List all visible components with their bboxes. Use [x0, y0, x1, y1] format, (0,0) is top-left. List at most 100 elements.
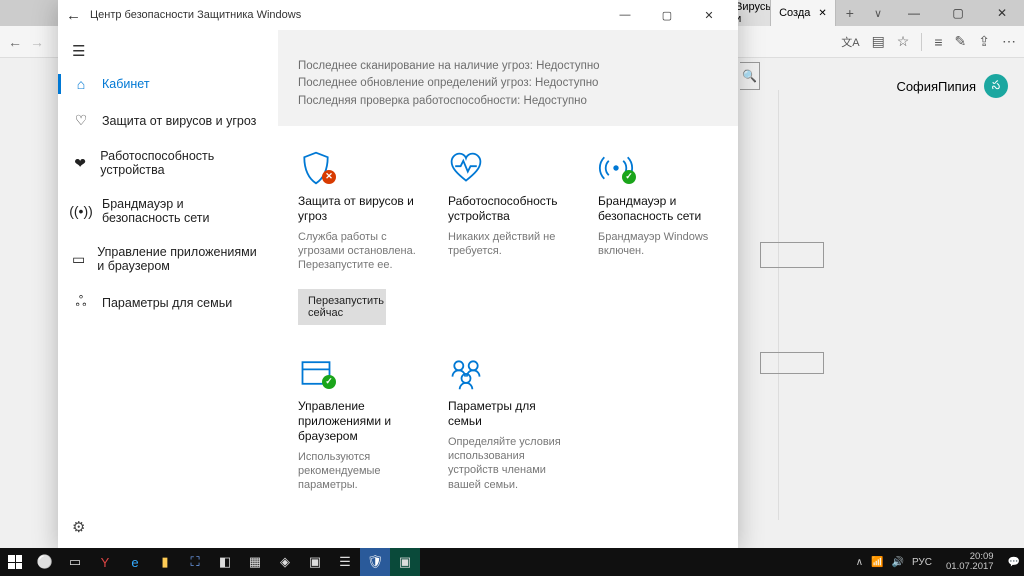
status-line: Последнее сканирование на наличие угроз:…: [298, 58, 718, 75]
taskbar-app[interactable]: Y: [90, 548, 120, 576]
maximize-button[interactable]: ▢: [646, 0, 688, 30]
system-tray[interactable]: ∧ 📶 🔊 РУС 20:09 01.07.2017 💬: [856, 552, 1024, 573]
share-icon[interactable]: ⇪: [978, 33, 990, 50]
new-tab-button[interactable]: +: [836, 5, 864, 21]
sidebar-item-home[interactable]: ⌂ Кабинет: [58, 66, 278, 102]
taskbar-app[interactable]: ▣: [300, 548, 330, 576]
card-desc: Используются рекомендуемые параметры.: [298, 450, 418, 493]
sidebar-item-label: Брандмауэр и безопасность сети: [102, 197, 264, 225]
back-icon[interactable]: ←: [8, 34, 22, 50]
family-icon: ஃ: [72, 293, 90, 312]
card-title: Защита от вирусов и угроз: [298, 194, 418, 224]
reading-icon[interactable]: ▤: [872, 33, 885, 50]
card-desc: Определяйте условия использования устрой…: [448, 435, 568, 492]
close-button[interactable]: ✕: [980, 0, 1024, 26]
sidebar-item-label: Параметры для семьи: [102, 296, 232, 310]
taskbar-app[interactable]: ▣: [390, 548, 420, 576]
tray-lang[interactable]: РУС: [912, 557, 932, 568]
taskbar-app-explorer[interactable]: ▮: [150, 548, 180, 576]
sidebar-item-label: Управление приложениями и браузером: [97, 245, 264, 273]
search-button[interactable]: ⚪: [30, 548, 60, 576]
clock[interactable]: 20:09 01.07.2017: [940, 552, 1000, 573]
start-button[interactable]: [0, 548, 30, 576]
gear-icon: ⚙: [72, 519, 85, 536]
sidebar-item-firewall[interactable]: ((•)) Брандмауэр и безопасность сети: [58, 187, 278, 235]
separator: [921, 33, 922, 51]
sidebar-item-label: Работоспособность устройства: [100, 149, 264, 177]
notifications-icon[interactable]: 💬: [1008, 557, 1020, 568]
forward-icon[interactable]: →: [30, 34, 44, 50]
taskbar-app-store[interactable]: ⛶: [180, 548, 210, 576]
taskbar-app[interactable]: ◧: [210, 548, 240, 576]
minimize-button[interactable]: —: [892, 0, 936, 26]
minimize-button[interactable]: —: [604, 0, 646, 30]
titlebar: ← Центр безопасности Защитника Windows —…: [58, 0, 738, 30]
browser-icon: ▭: [72, 251, 85, 268]
tab-label: Вирусы и: [735, 1, 771, 25]
tray-chevron-icon[interactable]: ∧: [856, 557, 863, 568]
sidebar: ☰ ⌂ Кабинет ♡ Защита от вирусов и угроз …: [58, 30, 278, 548]
card-desc: Служба работы с угрозами остановлена. Пе…: [298, 230, 418, 273]
back-button[interactable]: ←: [66, 7, 90, 24]
close-button[interactable]: ✕: [688, 0, 730, 30]
home-icon: ⌂: [72, 76, 90, 92]
favorite-icon[interactable]: ☆: [897, 33, 910, 50]
maximize-button[interactable]: ▢: [936, 0, 980, 26]
user-chip[interactable]: СофияПипия స: [756, 74, 1008, 98]
card-family[interactable]: Параметры для семьи Определяйте условия …: [448, 353, 568, 493]
translate-icon[interactable]: 文A: [841, 34, 859, 50]
card-firewall[interactable]: ✓ Брандмауэр и безопасность сети Брандма…: [598, 148, 718, 325]
sidebar-item-family[interactable]: ஃ Параметры для семьи: [58, 283, 278, 322]
taskbar-app[interactable]: ☰: [330, 548, 360, 576]
taskbar-app-edge[interactable]: e: [120, 548, 150, 576]
notes-icon[interactable]: ✎: [955, 33, 967, 50]
sidebar-item-virus[interactable]: ♡ Защита от вирусов и угроз: [58, 102, 278, 139]
settings-button[interactable]: ⚙: [58, 506, 278, 548]
clock-date: 01.07.2017: [946, 562, 994, 572]
taskbar-app[interactable]: ▦: [240, 548, 270, 576]
edge-tab-active[interactable]: Созда ✕: [771, 0, 836, 26]
tab-label: Созда: [779, 7, 810, 19]
heart-pulse-icon: [448, 150, 484, 186]
sidebar-item-appcontrol[interactable]: ▭ Управление приложениями и браузером: [58, 235, 278, 283]
heart-icon: ❤: [72, 155, 88, 172]
card-title: Работоспособность устройства: [448, 194, 568, 224]
taskbar: ⚪ ▭ Y e ▮ ⛶ ◧ ▦ ◈ ▣ ☰ 🛡 ▣ ∧ 📶 🔊 РУС 20:0…: [0, 548, 1024, 576]
avatar: స: [984, 74, 1008, 98]
status-line: Последняя проверка работоспособности: Не…: [298, 93, 718, 110]
tray-network-icon[interactable]: 📶: [871, 557, 883, 568]
card-title: Брандмауэр и безопасность сети: [598, 194, 718, 224]
sidebar-item-health[interactable]: ❤ Работоспособность устройства: [58, 139, 278, 187]
error-badge-icon: ✕: [322, 170, 336, 184]
status-strip: Последнее сканирование на наличие угроз:…: [278, 30, 738, 126]
user-name: СофияПипия: [896, 79, 976, 94]
content-box-fragment: [760, 242, 824, 268]
card-title: Параметры для семьи: [448, 399, 568, 429]
window-title: Центр безопасности Защитника Windows: [90, 9, 301, 21]
tab-preview-button[interactable]: ∨: [864, 7, 892, 20]
ok-badge-icon: ✓: [622, 170, 636, 184]
card-virus-protection[interactable]: ✕ Защита от вирусов и угроз Служба работ…: [298, 148, 418, 325]
content-box-fragment: [760, 352, 824, 374]
close-icon[interactable]: ✕: [818, 8, 826, 19]
shield-icon: ♡: [72, 112, 90, 129]
card-device-health[interactable]: Работоспособность устройства Никаких дей…: [448, 148, 568, 325]
card-desc: Брандмауэр Windows включен.: [598, 230, 718, 259]
tray-volume-icon[interactable]: 🔊: [892, 557, 904, 568]
main-content: Последнее сканирование на наличие угроз:…: [278, 30, 738, 548]
more-icon[interactable]: ⋯: [1002, 33, 1016, 50]
hub-icon[interactable]: ≡: [934, 34, 942, 50]
card-app-browser[interactable]: ✓ Управление приложениями и браузером Ис…: [298, 353, 418, 493]
card-desc: Никаких действий не требуется.: [448, 230, 568, 259]
hamburger-button[interactable]: ☰: [58, 36, 278, 66]
ok-badge-icon: ✓: [322, 375, 336, 389]
network-icon: ((•)): [72, 203, 90, 219]
panel-border: [778, 90, 779, 520]
taskbar-app[interactable]: ◈: [270, 548, 300, 576]
card-title: Управление приложениями и браузером: [298, 399, 418, 444]
task-view-button[interactable]: ▭: [60, 548, 90, 576]
sidebar-item-label: Кабинет: [102, 77, 150, 91]
restart-button[interactable]: Перезапустить сейчас: [298, 289, 386, 325]
taskbar-app-defender[interactable]: 🛡: [360, 548, 390, 576]
family-icon: [448, 355, 484, 391]
